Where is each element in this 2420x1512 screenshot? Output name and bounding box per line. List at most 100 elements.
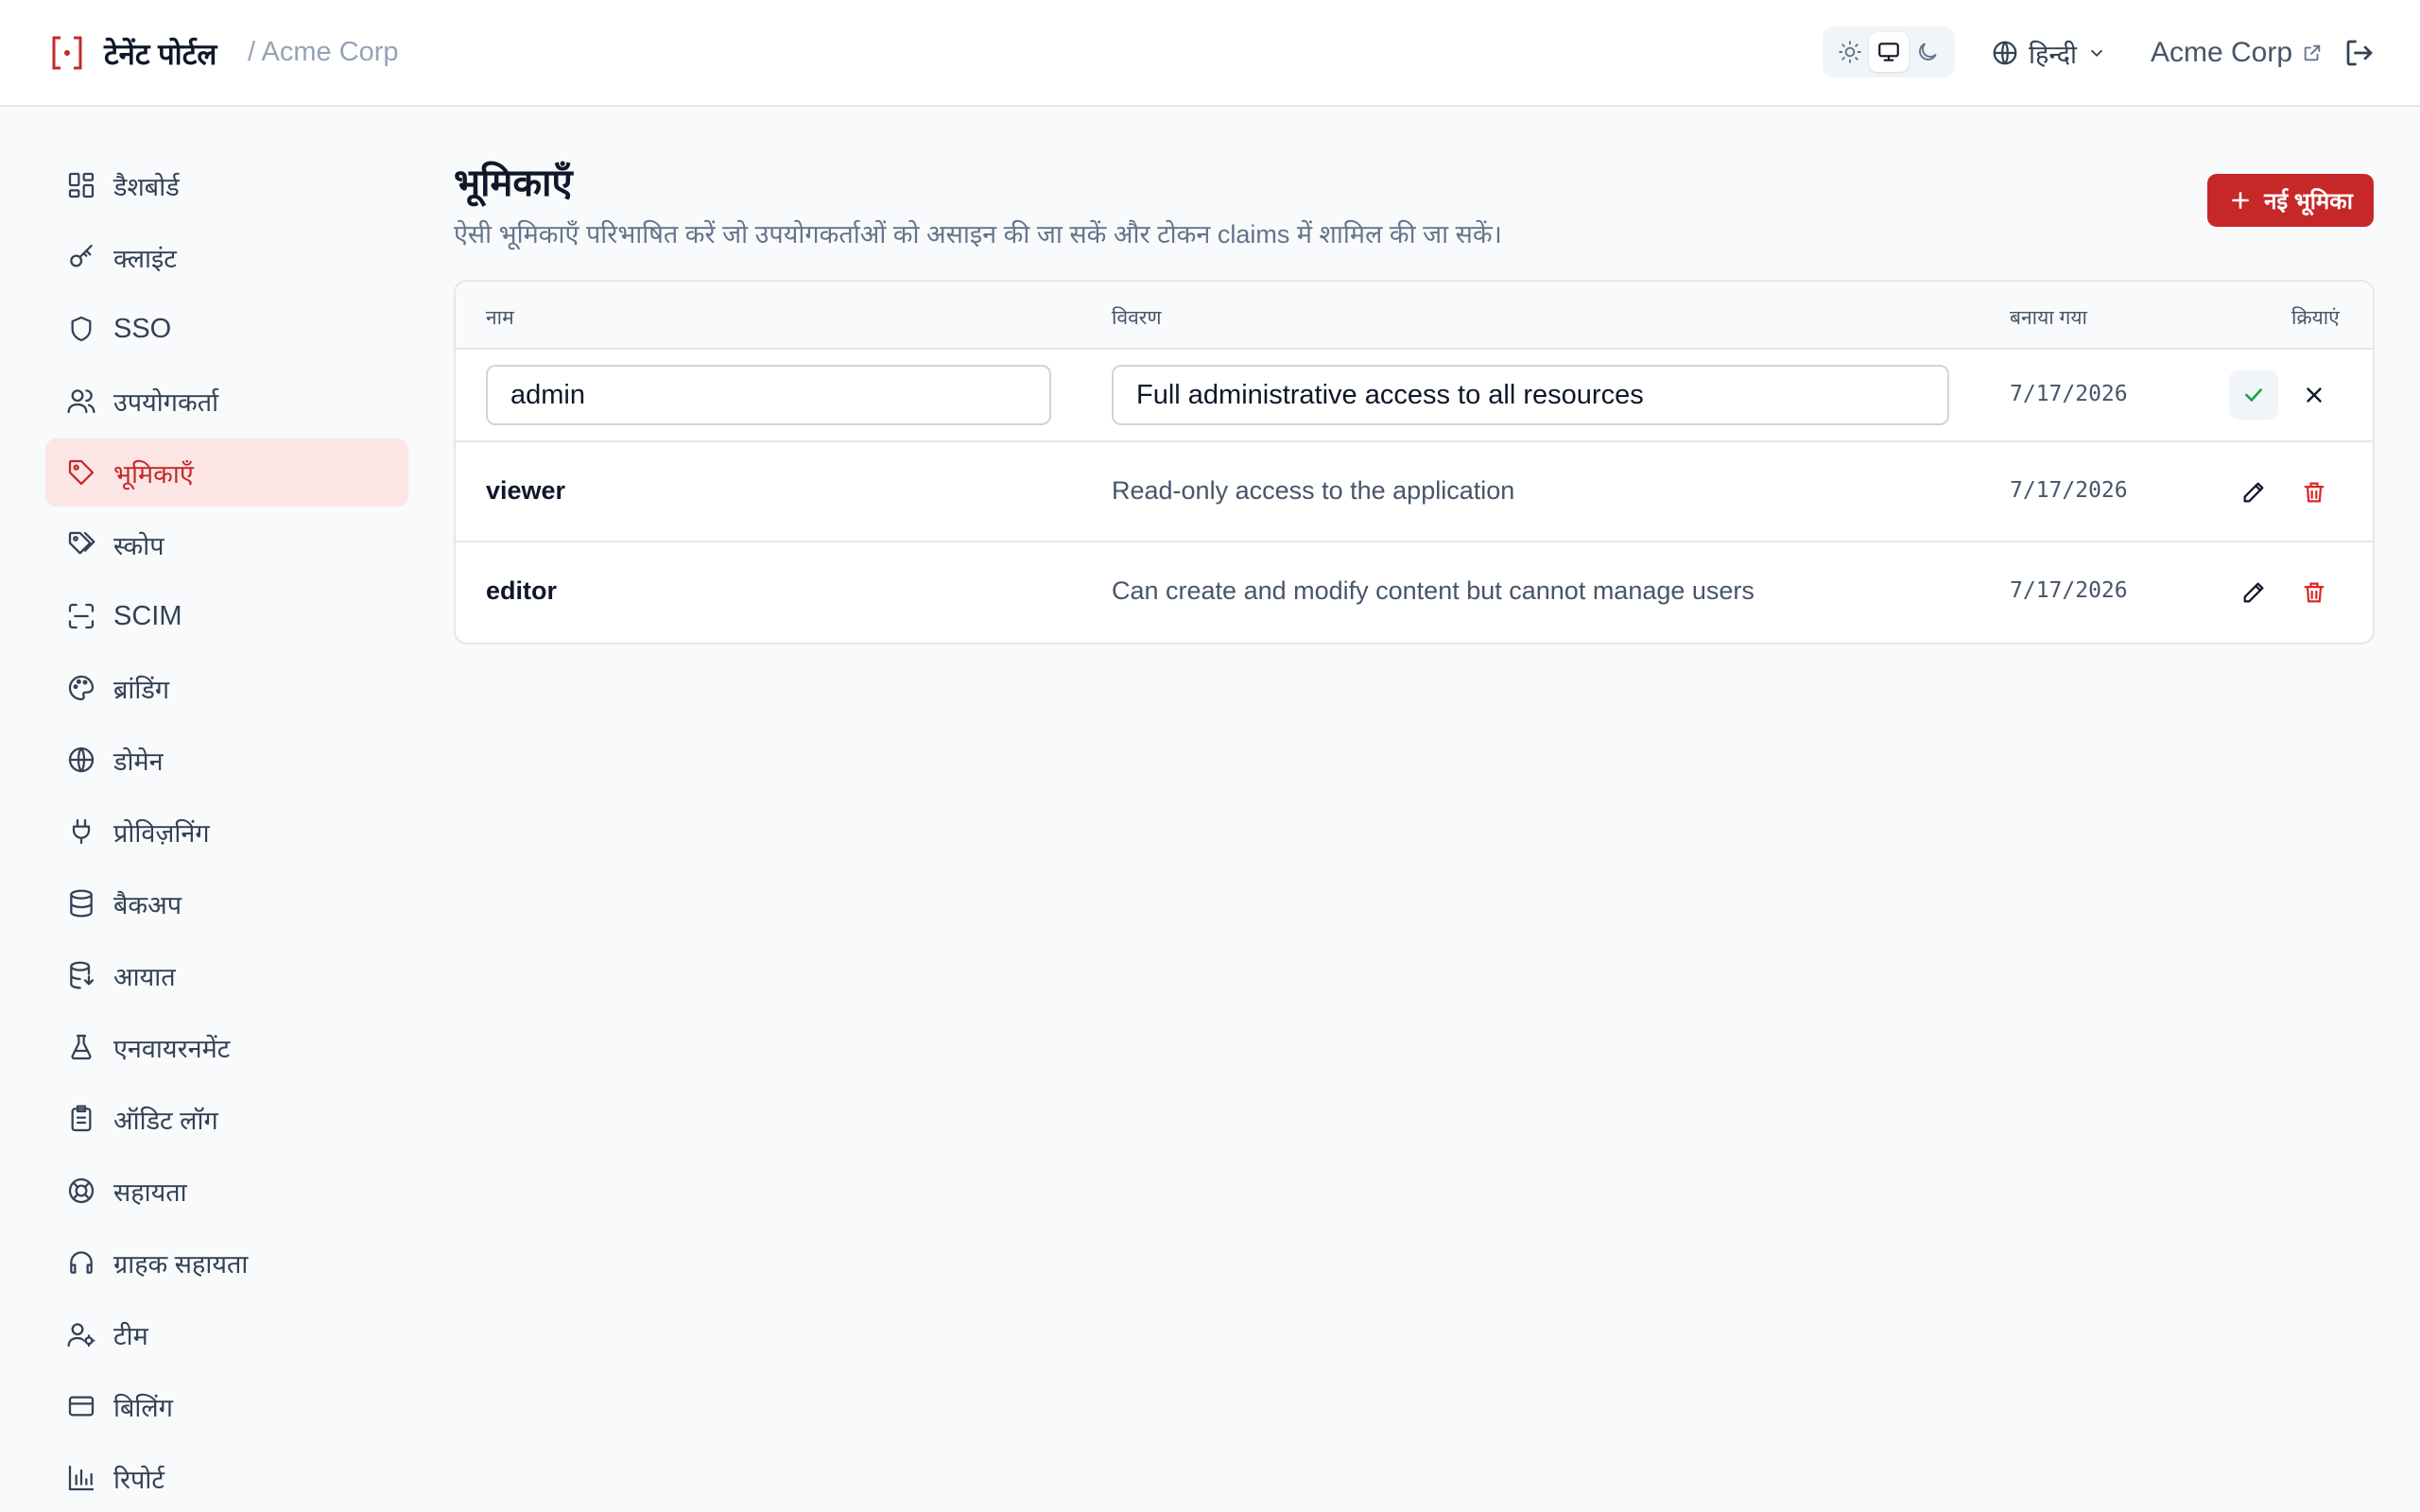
logout-icon[interactable] <box>2342 36 2377 70</box>
globe-icon <box>1993 41 2017 65</box>
created-date: 7/17/2026 <box>2010 382 2128 406</box>
role-name-input[interactable] <box>486 365 1051 425</box>
breadcrumb-tenant: / Acme Corp <box>248 37 399 67</box>
sidebar-item-label: सहायता <box>113 1177 187 1207</box>
column-header-description: विवरण <box>1112 307 1162 329</box>
pencil-icon <box>2243 582 2264 603</box>
sidebar-item-label: बिलिंग <box>113 1393 173 1422</box>
plug-icon <box>72 818 91 845</box>
sidebar-item-flask[interactable]: एनवायरनमेंट <box>45 1013 408 1081</box>
role-name: editor <box>486 576 558 605</box>
tenant-link-label: Acme Corp <box>2151 37 2293 68</box>
pencil-icon <box>2243 482 2264 503</box>
sidebar-item-label: स्कोप <box>113 531 164 560</box>
external-link-icon <box>2304 44 2321 61</box>
sidebar-item-label: SCIM <box>113 600 182 631</box>
chevron-down-icon <box>2090 49 2103 58</box>
app-title[interactable]: टेनेंट पोर्टल <box>104 34 216 74</box>
sun-icon <box>1839 41 1861 63</box>
sidebar-item-globe[interactable]: डोमेन <box>45 726 408 794</box>
sidebar-item-database-import[interactable]: आयात <box>45 941 408 1009</box>
close-icon <box>2307 387 2322 403</box>
sidebar-item-label: आयात <box>113 962 176 991</box>
sidebar-item-scan[interactable]: SCIM <box>45 582 408 650</box>
sidebar-item-label: SSO <box>113 313 172 344</box>
table-header: नाम विवरण बनाया गया क्रियाएं <box>456 282 2373 350</box>
sidebar-item-headset[interactable]: ग्राहक सहायता <box>45 1228 408 1297</box>
created-date: 7/17/2026 <box>2010 478 2128 503</box>
sidebar-item-label: उपयोगकर्ता <box>113 387 219 417</box>
sidebar-item-database[interactable]: बैकअप <box>45 869 408 937</box>
column-header-created: बनाया गया <box>2010 307 2087 329</box>
sidebar-item-key[interactable]: क्लाइंट <box>45 223 408 291</box>
save-button[interactable] <box>2229 370 2278 420</box>
shield-icon <box>71 316 92 342</box>
credit-card-icon <box>68 1396 95 1417</box>
role-description-input[interactable] <box>1112 365 1949 425</box>
delete-button[interactable] <box>2290 568 2339 617</box>
tenant-external-link[interactable]: Acme Corp <box>2151 34 2323 72</box>
logo-icon <box>52 36 82 70</box>
sidebar-item-clipboard[interactable]: ऑडिट लॉग <box>45 1085 408 1153</box>
column-header-name: नाम <box>486 307 514 329</box>
flask-icon <box>71 1034 92 1060</box>
new-role-label: नई भूमिका <box>2264 188 2353 215</box>
sidebar-item-lifebuoy[interactable]: सहायता <box>45 1157 408 1225</box>
sidebar-item-label: टीम <box>113 1321 148 1350</box>
monitor-icon <box>1878 43 1899 61</box>
role-description: Can create and modify content but cannot… <box>1112 576 1754 605</box>
column-header-actions: क्रियाएं <box>2291 307 2340 329</box>
roles-table: नाम विवरण बनाया गया क्रियाएं 7/17/2026 v… <box>454 280 2375 644</box>
page-subtitle: ऐसी भूमिकाएँ परिभाषित करें जो उपयोगकर्ता… <box>454 220 1502 249</box>
sidebar-item-user-cog[interactable]: टीम <box>45 1300 408 1368</box>
sidebar-item-label: बैकअप <box>113 890 182 919</box>
tags-icon <box>68 531 95 555</box>
theme-system-button[interactable] <box>1869 32 1909 72</box>
sidebar-item-tag[interactable]: भूमिकाएँ <box>45 438 408 507</box>
sidebar-item-label: ग्राहक सहायता <box>113 1249 249 1279</box>
sidebar-item-palette[interactable]: ब्रांडिंग <box>45 654 408 722</box>
sidebar-item-users[interactable]: उपयोगकर्ता <box>45 367 408 435</box>
clipboard-icon <box>71 1105 92 1132</box>
scan-icon <box>68 603 95 629</box>
sidebar-item-dashboard[interactable]: डैशबोर्ड <box>45 151 408 219</box>
bar-chart-icon <box>68 1465 95 1491</box>
table-row: viewer Read-only access to the applicati… <box>456 442 2373 542</box>
top-header: टेनेंट पोर्टल / Acme Corp हिन्दी Acme Co… <box>0 0 2420 107</box>
theme-light-button[interactable] <box>1830 32 1870 72</box>
plus-icon <box>2232 192 2249 209</box>
palette-icon <box>68 675 95 701</box>
sidebar-item-bar-chart[interactable]: रिपोर्ट <box>45 1444 408 1512</box>
table-row: editor Can create and modify content but… <box>456 542 2373 643</box>
new-role-button[interactable]: नई भूमिका <box>2207 174 2374 227</box>
headset-icon <box>70 1251 93 1274</box>
edit-button[interactable] <box>2229 568 2278 617</box>
language-select[interactable]: हिन्दी <box>1991 34 2107 72</box>
globe-icon <box>68 747 95 773</box>
created-date: 7/17/2026 <box>2010 578 2128 603</box>
dashboard-icon <box>68 172 95 198</box>
moon-icon <box>1919 43 1937 60</box>
table-row-editing: 7/17/2026 <box>456 350 2373 442</box>
sidebar-item-label: डैशबोर्ड <box>113 172 180 201</box>
cancel-button[interactable] <box>2290 370 2339 420</box>
page-title: भूमिकाएँ <box>454 163 573 204</box>
sidebar-item-label: रिपोर्ट <box>113 1465 164 1494</box>
sidebar-item-plug[interactable]: प्रोविज़निंग <box>45 798 408 866</box>
role-name: viewer <box>486 476 566 505</box>
tag-icon <box>68 459 95 486</box>
database-import-icon <box>70 961 95 989</box>
theme-dark-button[interactable] <box>1908 32 1947 72</box>
delete-button[interactable] <box>2290 468 2339 517</box>
sidebar-item-label: प्रोविज़निंग <box>113 818 210 848</box>
sidebar-item-credit-card[interactable]: बिलिंग <box>45 1372 408 1440</box>
sidebar-item-label: ऑडिट लॉग <box>113 1106 218 1135</box>
users-icon <box>67 389 95 414</box>
trash-icon <box>2304 482 2325 503</box>
language-label: हिन्दी <box>2029 40 2078 69</box>
edit-button[interactable] <box>2229 468 2278 517</box>
sidebar-item-tags[interactable]: स्कोप <box>45 510 408 578</box>
theme-switch <box>1823 26 1955 77</box>
sidebar-item-shield[interactable]: SSO <box>45 295 408 363</box>
key-icon <box>70 244 93 267</box>
